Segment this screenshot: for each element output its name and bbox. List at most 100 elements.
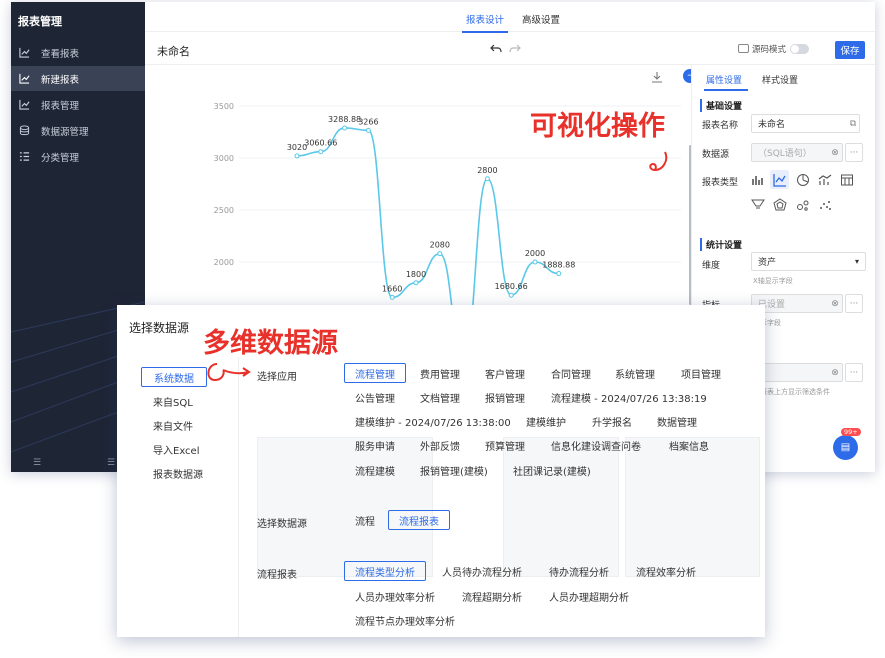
app-option[interactable]: 合同管理	[551, 363, 591, 383]
data-point	[557, 272, 561, 276]
tab-report-design[interactable]: 报表设计	[466, 12, 504, 26]
select-datasource-label: 选择数据源	[257, 515, 307, 530]
app-option[interactable]: 文档管理	[420, 387, 460, 407]
tab-advanced-settings[interactable]: 高级设置	[522, 12, 560, 26]
dimension-hint: X轴显示字段	[753, 276, 793, 286]
app-option[interactable]: 社团课记录(建模)	[513, 460, 591, 480]
app-option[interactable]: 客户管理	[485, 363, 525, 383]
source-type-list: 系统数据 来自SQL 来自文件 导入Excel 报表数据源	[117, 357, 239, 637]
app-option[interactable]: 费用管理	[420, 363, 460, 383]
sidebar-item-report-management[interactable]: 报表管理	[11, 92, 145, 117]
data-label: 3266	[358, 117, 378, 126]
y-tick-label: 3500	[214, 102, 234, 111]
download-icon[interactable]	[651, 71, 663, 83]
line-chart-icon[interactable]	[773, 173, 787, 187]
data-point	[414, 281, 418, 285]
app-option[interactable]: 预算管理	[485, 435, 525, 455]
sidebar-item-datasource-management[interactable]: 数据源管理	[11, 118, 145, 143]
clear-icon[interactable]: ⊗	[826, 143, 844, 162]
redo-icon[interactable]	[509, 43, 521, 55]
source-type-sql[interactable]: 来自SQL	[141, 391, 205, 411]
data-point	[295, 154, 299, 158]
notification-count: 99+	[841, 428, 861, 436]
funnel-chart-icon[interactable]	[751, 198, 765, 212]
report-option[interactable]: 流程效率分析	[636, 561, 696, 581]
source-type-excel[interactable]: 导入Excel	[141, 439, 212, 459]
datasource-option[interactable]: 流程报表	[388, 510, 450, 530]
callout-arrow-icon	[645, 148, 673, 176]
source-type-system[interactable]: 系统数据	[141, 367, 207, 387]
app-option[interactable]: 报销管理(建模)	[420, 460, 488, 480]
sidebar-item-category-management[interactable]: 分类管理	[11, 144, 145, 169]
report-title-bar: 未命名 源码模式 保存	[145, 33, 875, 65]
source-type-file[interactable]: 来自文件	[141, 415, 205, 435]
top-tabs: 报表设计 高级设置	[145, 2, 875, 32]
scatter-chart-icon[interactable]	[818, 198, 832, 212]
tab-attributes[interactable]: 属性设置	[706, 73, 742, 86]
data-label: 2800	[477, 166, 497, 175]
app-option[interactable]: 流程建模 - 2024/07/26 13:38:19	[551, 387, 707, 407]
report-name: 未命名	[157, 43, 190, 59]
app-option[interactable]: 档案信息	[669, 435, 709, 455]
report-option[interactable]: 待办流程分析	[549, 561, 609, 581]
app-option[interactable]: 建模维护 - 2024/07/26 13:38:00	[355, 411, 511, 431]
save-button[interactable]: 保存	[835, 41, 865, 59]
bubble-chart-icon[interactable]	[796, 198, 810, 212]
app-option[interactable]: 数据管理	[657, 411, 697, 431]
report-option[interactable]: 人员办理超期分析	[549, 586, 629, 606]
app-option[interactable]: 报销管理	[485, 387, 525, 407]
app-option[interactable]: 公告管理	[355, 387, 395, 407]
dialog-title: 选择数据源	[129, 319, 189, 336]
tab-style[interactable]: 样式设置	[762, 73, 798, 86]
app-option[interactable]: 流程建模	[355, 460, 395, 480]
y-tick-label: 3000	[214, 154, 234, 163]
source-mode-toggle[interactable]	[790, 44, 809, 54]
menu-icon[interactable]: ☰	[107, 458, 115, 468]
copy-icon[interactable]: ⧉	[844, 114, 862, 133]
sidebar-item-view-reports[interactable]: 查看报表	[11, 40, 145, 65]
radar-chart-icon[interactable]	[773, 198, 787, 212]
app-option[interactable]: 系统管理	[615, 363, 655, 383]
undo-icon[interactable]	[490, 43, 502, 55]
app-option[interactable]: 外部反馈	[420, 435, 460, 455]
data-point	[533, 260, 537, 264]
bar-chart-icon[interactable]	[751, 173, 765, 187]
app-option[interactable]: 信息化建设调查问卷	[551, 435, 641, 455]
table-icon[interactable]	[840, 173, 854, 187]
report-option[interactable]: 人员办理效率分析	[355, 586, 435, 606]
clear-icon[interactable]: ⊗	[826, 294, 844, 313]
datasource-option[interactable]: 流程	[355, 510, 375, 530]
report-option[interactable]: 人员待办流程分析	[442, 561, 522, 581]
combo-chart-icon[interactable]	[818, 173, 832, 187]
app-option[interactable]: 升学报名	[592, 411, 632, 431]
report-option[interactable]: 流程节点办理效率分析	[355, 610, 455, 630]
pie-chart-icon[interactable]	[796, 173, 810, 187]
dimension-label: 维度	[702, 258, 720, 271]
source-mode-label: 源码模式	[752, 43, 786, 55]
data-label: 2080	[430, 241, 450, 250]
data-label: 1660	[382, 284, 402, 293]
menu-icon[interactable]: ☰	[33, 458, 41, 468]
basic-settings-heading: 基础设置	[700, 99, 742, 112]
app-option[interactable]: 建模维护	[526, 411, 566, 431]
callout-visual-operation: 可视化操作	[530, 104, 665, 143]
app-option[interactable]: 项目管理	[681, 363, 721, 383]
dimension-select[interactable]: 资产▾	[751, 252, 866, 271]
y-tick-label: 2500	[214, 206, 234, 215]
statistics-settings-heading: 统计设置	[700, 238, 742, 251]
sidebar-item-new-report[interactable]: 新建报表	[11, 66, 145, 91]
chart-line-icon	[19, 47, 30, 58]
more-button[interactable]: ···	[845, 143, 863, 162]
source-type-report[interactable]: 报表数据源	[141, 463, 215, 483]
sidebar-item-label: 查看报表	[41, 46, 79, 60]
app-option[interactable]: 流程管理	[344, 363, 406, 383]
report-option[interactable]: 流程超期分析	[462, 586, 522, 606]
app-option[interactable]: 服务申请	[355, 435, 395, 455]
clear-icon[interactable]: ⊗	[826, 363, 844, 382]
more-button[interactable]: ···	[845, 363, 863, 382]
active-tab-underline	[704, 89, 748, 91]
report-option[interactable]: 流程类型分析	[344, 561, 426, 581]
chat-button[interactable]: ▤99+	[833, 435, 858, 460]
more-button[interactable]: ···	[845, 294, 863, 313]
data-point	[366, 128, 370, 132]
